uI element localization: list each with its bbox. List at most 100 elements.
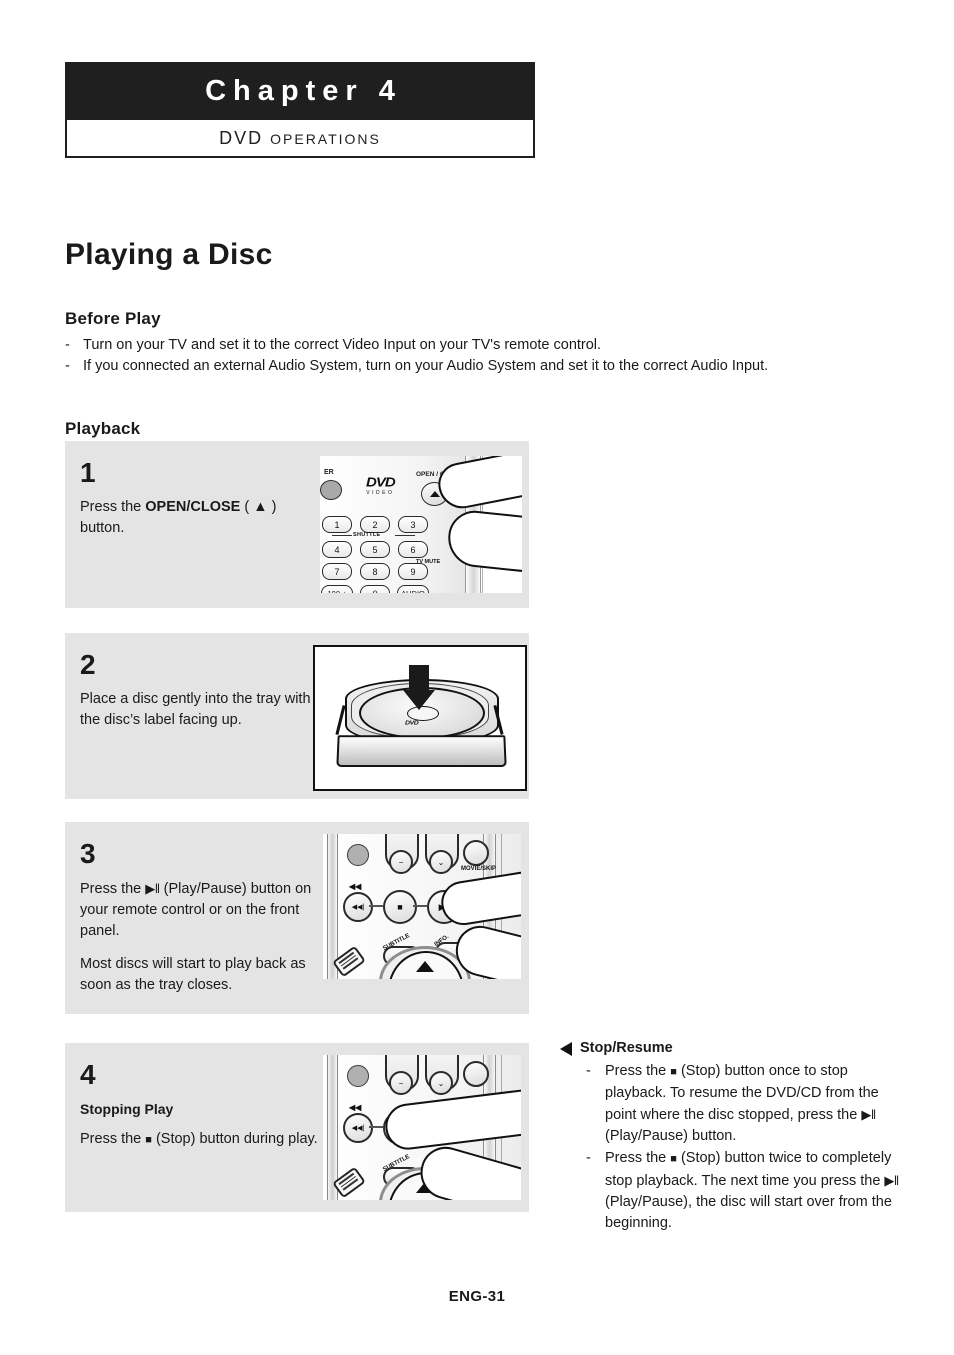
- eject-triangle-icon: [429, 491, 440, 497]
- key-6: 6: [398, 541, 428, 558]
- bullet-dash: -: [65, 358, 70, 374]
- page-number: ENG-31: [448, 1288, 506, 1305]
- key-100plus: 100 +: [321, 585, 353, 593]
- step-1-text: 1 Press the OPEN/CLOSE ( ▲ ) button.: [80, 459, 320, 539]
- chapter-subtitle-box: DVD OPERATIONS: [65, 120, 535, 158]
- chapter-subtitle: DVD OPERATIONS: [219, 128, 381, 149]
- step-4-text-b: (Stop) button during play.: [151, 1131, 318, 1147]
- step-2-number: 2: [80, 649, 96, 680]
- key-1: 1: [322, 516, 352, 533]
- chapter-header: Chapter 4 DVD OPERATIONS: [65, 62, 535, 158]
- channel-down-button-icon: ⌄: [429, 850, 453, 874]
- list-item-text: Press the ■ (Stop) button once to stop p…: [605, 1061, 900, 1147]
- page-title: Playing a Disc: [65, 238, 273, 272]
- volume-minus-button-icon: −: [389, 850, 413, 874]
- step-1-number: 1: [80, 457, 96, 488]
- step-2-text: 2 Place a disc gently into the tray with…: [80, 651, 320, 731]
- stop-icon: ■: [145, 1134, 152, 1146]
- insert-arrow-icon: [403, 665, 435, 710]
- bullet-dash: -: [65, 337, 70, 353]
- channel-down-button-icon: ⌄: [429, 1071, 453, 1095]
- list-item: - Press the ■ (Stop) button twice to com…: [586, 1148, 900, 1234]
- note-1-text-c: (Play/Pause) button.: [605, 1128, 737, 1144]
- step-4-text-a: Press the: [80, 1131, 146, 1147]
- triangle-left-icon: [560, 1042, 572, 1056]
- step-box-1: 1 Press the OPEN/CLOSE ( ▲ ) button. ER D…: [65, 441, 529, 608]
- chapter-title: Chapter 4: [205, 74, 402, 107]
- tv-mute-label: TV MUTE: [416, 559, 441, 565]
- step-box-3: 3 Press the ▶‖ (Play/Pause) button on yo…: [65, 822, 529, 1014]
- step-4-number: 4: [80, 1059, 96, 1090]
- shuttle-label: SHUTTLE: [353, 532, 381, 538]
- key-5: 5: [360, 541, 390, 558]
- chapter-subtitle-operations: OPERATIONS: [270, 130, 381, 147]
- key-3: 3: [398, 516, 428, 533]
- stop-resume-notes: Stop/Resume - Press the ■ (Stop) button …: [560, 1038, 900, 1235]
- movie-skip-label: MOVIE/SKIP: [461, 866, 497, 872]
- key-audio: AUDIO: [397, 585, 429, 593]
- list-item-text: If you connected an external Audio Syste…: [83, 358, 769, 374]
- step-3-note: Most discs will start to play back as so…: [80, 956, 306, 993]
- play-pause-icon: ▶‖: [145, 881, 160, 896]
- list-item: - If you connected an external Audio Sys…: [65, 356, 895, 376]
- step-1-bold-label: OPEN/CLOSE: [145, 499, 241, 515]
- rewind-icon: ◀◀: [349, 1103, 362, 1112]
- list-item-text: Press the ■ (Stop) button twice to compl…: [605, 1148, 900, 1234]
- note-2-text-c: (Play/Pause), the disc will start over f…: [605, 1194, 892, 1231]
- tray-graphic: DVD: [315, 647, 521, 785]
- list-item: - Press the ■ (Stop) button once to stop…: [586, 1061, 900, 1147]
- step-4-instruction: Press the ■ (Stop) button during play.: [80, 1129, 320, 1151]
- skip-round-button-icon: [463, 1061, 489, 1087]
- step-1-paren-open: (: [240, 499, 254, 515]
- disc-logo-text: DVD: [405, 720, 419, 727]
- stop-button-icon: ■: [383, 890, 417, 924]
- section-heading-before-play: Before Play: [65, 309, 161, 329]
- step-1-text-before: Press the: [80, 499, 146, 515]
- key-0: 0: [360, 585, 390, 593]
- step-3-text: 3 Press the ▶‖ (Play/Pause) button on yo…: [80, 840, 320, 996]
- page-footer: ENG-31: [0, 1288, 954, 1305]
- key-4: 4: [322, 541, 352, 558]
- previous-button-icon: ◀◀|: [343, 1113, 373, 1143]
- play-pause-icon: ▶‖: [884, 1173, 899, 1188]
- step-box-4: 4 Stopping Play Press the ■ (Stop) butto…: [65, 1043, 529, 1212]
- dvd-logo-text: DVD: [366, 475, 396, 490]
- eject-icon: ▲: [253, 499, 268, 515]
- key-2: 2: [360, 516, 390, 533]
- key-7: 7: [322, 563, 352, 580]
- disc-tray-illustration: DVD: [313, 645, 527, 791]
- connector-line-1: [369, 1126, 383, 1128]
- note-1-text-a: Press the: [605, 1063, 671, 1079]
- stop-icon: ■: [670, 1153, 677, 1165]
- connector-line-2: [413, 905, 427, 907]
- gray-round-button-icon: [347, 1065, 369, 1087]
- play-pause-icon: ▶‖: [861, 1107, 876, 1122]
- stop-icon: ■: [670, 1066, 677, 1078]
- bullet-dash: -: [586, 1063, 591, 1079]
- step-3-instruction: Press the ▶‖ (Play/Pause) button on your…: [80, 878, 320, 942]
- step-4-subheading: Stopping Play: [80, 1101, 174, 1117]
- bullet-dash: -: [586, 1150, 591, 1166]
- step-1-instruction: Press the OPEN/CLOSE ( ▲ ) button.: [80, 497, 320, 539]
- notes-heading: Stop/Resume: [560, 1038, 900, 1059]
- before-play-list: - Turn on your TV and set it to the corr…: [65, 335, 895, 377]
- remote-transport-illustration-3: − ⌄ MOVIE/SKIP ◀◀ ◀◀| ■ ▶‖ SUBTITLE INFO…: [323, 834, 521, 979]
- step-1-paren-close: ): [267, 499, 277, 515]
- gray-round-button-icon: [347, 844, 369, 866]
- step-3-number: 3: [80, 838, 96, 869]
- step-2-instruction: Place a disc gently into the tray with t…: [80, 691, 311, 728]
- connector-line-1: [369, 905, 383, 907]
- note-2-text-a: Press the: [605, 1150, 671, 1166]
- step-1-text-after: button.: [80, 520, 125, 536]
- list-item: - Turn on your TV and set it to the corr…: [65, 335, 895, 355]
- dpad-up-arrow-icon: [416, 961, 434, 972]
- tray-left-lip: [335, 705, 346, 735]
- dvd-logo-subtext: VIDEO: [366, 490, 395, 496]
- step-4-text: 4 Stopping Play Press the ■ (Stop) butto…: [80, 1061, 320, 1151]
- skip-round-button-icon: [463, 840, 489, 866]
- section-heading-playback: Playback: [65, 419, 141, 439]
- chapter-subtitle-dvd: DVD: [219, 127, 264, 148]
- arrow-head: [403, 690, 435, 710]
- power-button-icon: [320, 480, 342, 500]
- key-9: 9: [398, 563, 428, 580]
